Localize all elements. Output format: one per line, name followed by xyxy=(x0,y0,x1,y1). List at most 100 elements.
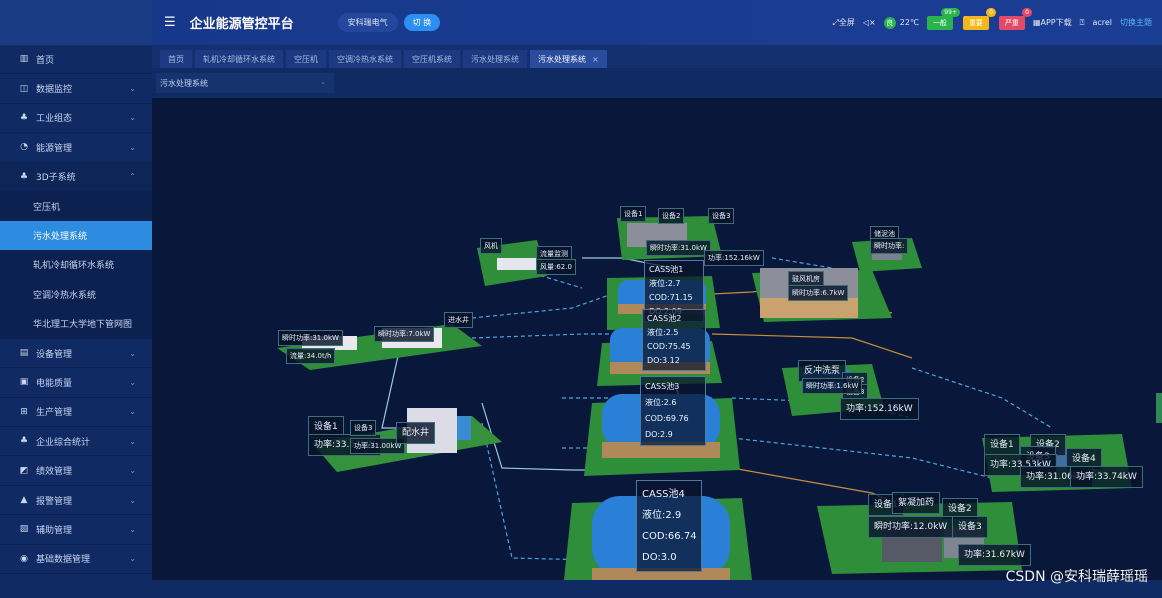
pool-name: CASS池3 xyxy=(645,382,680,391)
tab-label: 轧机冷却循环水系统 xyxy=(203,54,275,64)
switch-company-button[interactable]: 切 换 xyxy=(403,14,441,31)
sidebar-item[interactable]: ◉ 基础数据管理 ⌄ xyxy=(0,545,152,575)
weather: 良 22℃ xyxy=(883,16,919,29)
equipment-tag[interactable]: 流量:34.0t/h xyxy=(286,348,336,364)
tab[interactable]: 空调冷热水系统 xyxy=(329,50,401,68)
qrcode-icon: ▦ xyxy=(1032,18,1041,27)
sidebar-item[interactable]: ◔ 能源管理 ⌄ xyxy=(0,133,152,163)
scene-vertical-scrollbar[interactable] xyxy=(1156,98,1162,580)
temperature: 22℃ xyxy=(899,17,919,27)
equipment-tag[interactable]: 瞬时功率:1.6kW xyxy=(802,378,863,394)
equipment-tag[interactable]: 功率:152.16kW xyxy=(840,398,919,420)
sidebar-subitem[interactable]: 轧机冷却循环水系统 xyxy=(0,250,152,281)
sidebar-item[interactable]: ♣ 3D子系统 ⌃ xyxy=(0,162,152,192)
sidebar-item-label: 生产管理 xyxy=(36,408,73,419)
sidebar-subitem[interactable]: 华北理工大学地下管网图 xyxy=(0,309,152,339)
sidebar-item[interactable]: ♣ 工业组态 ⌄ xyxy=(0,104,152,134)
stats-icon: ♣ xyxy=(19,436,29,447)
tab[interactable]: 污水处理系统 xyxy=(463,50,527,68)
equipment-tag[interactable]: 风机 xyxy=(480,238,502,254)
equipment-tag[interactable]: 设备1 xyxy=(984,434,1020,456)
tab[interactable]: 空压机 xyxy=(286,50,326,68)
tab-label: 空压机系统 xyxy=(412,54,452,64)
chevron-icon: ⌄ xyxy=(129,142,136,152)
sidebar-subitem[interactable]: 空压机 xyxy=(0,191,152,222)
equipment-tag[interactable]: 设备1 xyxy=(620,206,647,222)
cass-pool-4-info[interactable]: CASS池4 液位:2.9 COD:66.74 DO:3.0 xyxy=(636,480,702,572)
equipment-tag[interactable]: 风量:62.0 xyxy=(536,259,576,275)
system-select-bar: 污水处理系统 ⌄ xyxy=(152,68,1162,98)
equipment-tag[interactable]: 瞬时功率:31.0kW xyxy=(646,240,711,256)
sidebar-item[interactable]: ▤ 设备管理 ⌄ xyxy=(0,339,152,369)
app-download-label: APP下载 xyxy=(1040,18,1072,27)
tab[interactable]: 轧机冷却循环水系统 xyxy=(195,50,283,68)
scrollbar-thumb[interactable] xyxy=(1156,393,1162,423)
equipment-tag[interactable]: 功率:152.16kW xyxy=(704,250,764,266)
alarm-badge[interactable]: 一般 99+ xyxy=(926,7,960,30)
menu-toggle-icon[interactable]: ☰ xyxy=(164,15,176,30)
equipment-tag[interactable]: 设备3 xyxy=(350,420,377,436)
equipment-tag[interactable]: 瞬时功率:7.0kW xyxy=(374,326,435,342)
sound-icon[interactable]: ◁× xyxy=(863,18,876,27)
equipment-tag[interactable]: 瞬时功率:6.7kW xyxy=(788,285,849,301)
system-select-value: 污水处理系统 xyxy=(160,79,208,88)
tab-label: 空压机 xyxy=(294,54,318,64)
close-icon[interactable]: × xyxy=(592,55,599,64)
tab[interactable]: 空压机系统 xyxy=(404,50,460,68)
tab[interactable]: 首页 xyxy=(160,50,192,68)
logo-block xyxy=(0,0,152,45)
sidebar-item[interactable]: ▧ 辅助管理 ⌄ xyxy=(0,515,152,545)
alarm-count: 0 xyxy=(986,7,996,17)
sidebar-subitem[interactable]: 空调冷热水系统 xyxy=(0,280,152,310)
pool-level: 液位:2.9 xyxy=(642,510,682,521)
cass-pool-3-info[interactable]: CASS池3 液位:2.6 COD:69.76 DO:2.9 xyxy=(640,376,706,446)
alarm-badge[interactable]: 重要 0 xyxy=(962,7,996,30)
pool-level: 液位:2.5 xyxy=(647,328,679,337)
switch-theme-link[interactable]: 切换主题 xyxy=(1120,17,1152,28)
pool-do: DO:2.9 xyxy=(645,430,673,439)
database-icon: ◉ xyxy=(20,553,28,564)
chevron-icon: ⌄ xyxy=(129,554,136,564)
alarm-badge[interactable]: 严重 0 xyxy=(998,7,1032,30)
help-icon[interactable]: ⍰ xyxy=(1080,18,1085,28)
alarm-count: 99+ xyxy=(941,7,960,17)
sidebar-menu: ▥ 首页 ◫ 数据监控 ⌄ ♣ 工业组态 ⌄ ◔ 能源管理 ⌄ ♣ 3D子系统 ⌃ 空压机污水处理系统轧机冷… xyxy=(0,45,152,575)
cass-pool-2-info[interactable]: CASS池2 液位:2.5 COD:75.45 DO:3.12 xyxy=(642,309,706,371)
fullscreen-button[interactable]: ⤢全屏 xyxy=(833,17,855,28)
device-icon: ▤ xyxy=(19,348,29,359)
equipment-tag[interactable]: 功率:31.67kW xyxy=(958,544,1031,566)
top-bar: ☰ 企业能源管控平台 安科瑞电气 切 换 ⤢全屏 ◁× 良 22℃ 一般 99+ 重要… xyxy=(152,0,1162,45)
sidebar-item[interactable]: ◩ 绩效管理 ⌄ xyxy=(0,456,152,486)
sidebar-item[interactable]: ▲ 报警管理 ⌄ xyxy=(0,486,152,516)
equipment-tag[interactable]: 絮凝加药 xyxy=(892,492,941,514)
chevron-down-icon: ⌄ xyxy=(320,78,326,86)
equipment-tag[interactable]: 设备3 xyxy=(952,516,988,538)
sidebar-item-label: 污水处理系统 xyxy=(33,232,88,243)
equipment-tag[interactable]: 瞬时功率:31.0kW xyxy=(278,330,343,346)
pool-cod: COD:71.15 xyxy=(649,293,693,302)
equipment-tag[interactable]: 设备3 xyxy=(708,208,735,224)
equipment-tag[interactable]: 设备2 xyxy=(658,208,685,224)
system-select[interactable]: 污水处理系统 ⌄ xyxy=(156,73,334,93)
username[interactable]: acrel xyxy=(1092,18,1112,27)
equipment-tag[interactable]: 配水井 xyxy=(396,422,436,444)
quality-icon: ▣ xyxy=(19,377,29,388)
sidebar-item-label: 轧机冷却循环水系统 xyxy=(33,261,115,272)
app-download-button[interactable]: ▦APP下载 xyxy=(1033,17,1072,28)
equipment-tag[interactable]: 进水井 xyxy=(444,312,473,328)
equipment-tag[interactable]: 功率:33.74kW xyxy=(1070,466,1143,488)
sidebar-item-label: 首页 xyxy=(36,55,55,66)
sidebar-item[interactable]: ◫ 数据监控 ⌄ xyxy=(0,74,152,104)
sidebar-item[interactable]: ♣ 企业综合统计 ⌄ xyxy=(0,427,152,457)
equipment-tag[interactable]: 瞬时功率:12.0kW xyxy=(868,516,954,538)
tab[interactable]: 污水处理系统 × xyxy=(530,50,607,68)
sidebar-subitem[interactable]: 污水处理系统 xyxy=(0,221,152,251)
tab-label: 污水处理系统 xyxy=(471,54,519,64)
company-name: 安科瑞电气 xyxy=(337,13,398,32)
sidebar-item[interactable]: ▥ 首页 xyxy=(0,45,152,75)
sidebar-item[interactable]: ▣ 电能质量 ⌄ xyxy=(0,368,152,398)
sidebar-item-label: 辅助管理 xyxy=(36,525,73,536)
sidebar-item[interactable]: ⊞ 生产管理 ⌄ xyxy=(0,398,152,428)
equipment-tag[interactable]: 瞬时功率: xyxy=(870,238,909,254)
3d-scene[interactable]: CASS池1 液位:2.7 COD:71.15 DO:2.09 CASS池2 液… xyxy=(152,98,1157,580)
